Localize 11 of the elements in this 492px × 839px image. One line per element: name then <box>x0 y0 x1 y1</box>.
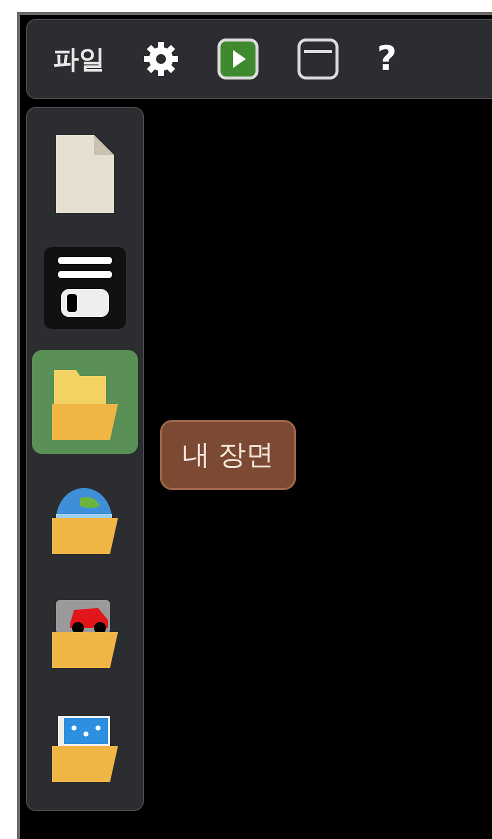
window-icon <box>297 38 339 80</box>
play-icon <box>217 38 259 80</box>
document-icon <box>56 135 114 214</box>
settings-button[interactable] <box>143 41 179 77</box>
help-button[interactable]: ? <box>377 39 397 79</box>
file-menu[interactable]: 파일 <box>53 42 105 76</box>
settings-icon <box>143 41 179 77</box>
tooltip: 내 장면 <box>160 420 296 490</box>
play-button[interactable] <box>217 38 259 80</box>
window-button[interactable] <box>297 38 339 80</box>
save-icon <box>44 247 126 330</box>
